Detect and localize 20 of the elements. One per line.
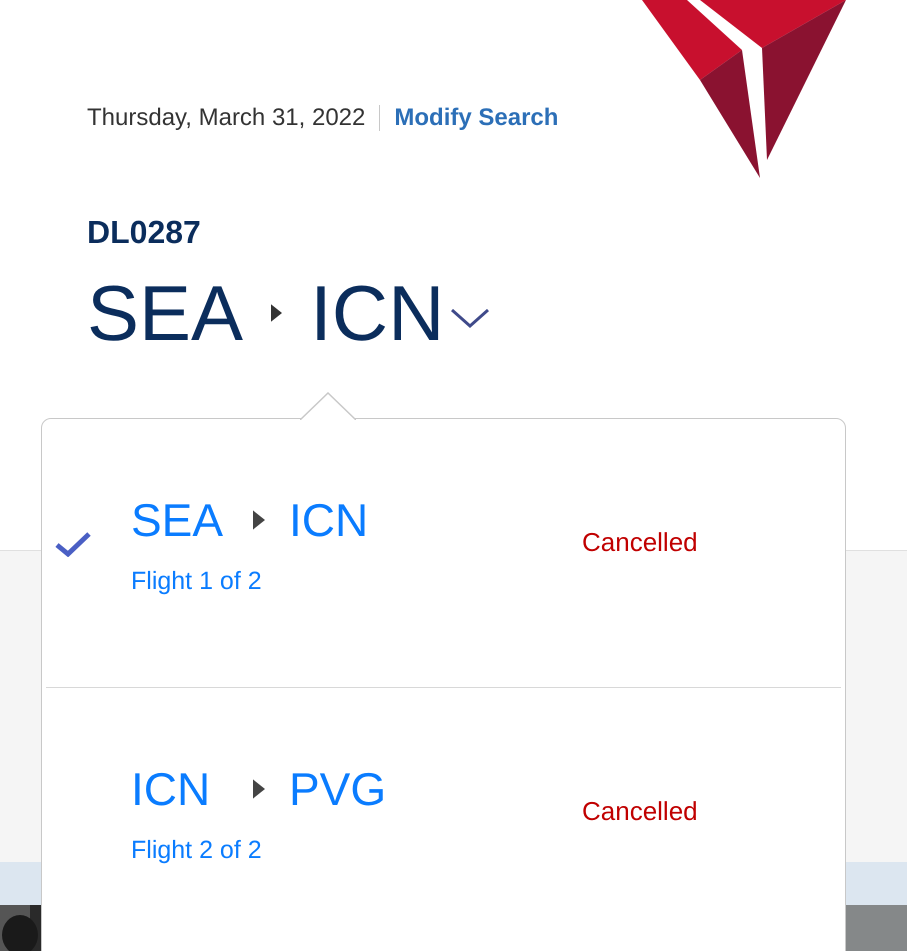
arrow-icon [271,303,282,323]
destination-code: PVG [289,766,386,812]
origin-code: SEA [131,497,224,543]
flight-number: DL0287 [86,216,202,248]
chevron-icon[interactable] [450,308,490,328]
destination-code: ICN [289,497,368,543]
status-text: Cancelled [582,526,698,559]
destination-code: ICN [310,274,444,352]
modify-search-link[interactable]: Modify Search [394,100,558,136]
date-text: Thursday, March 31, 2022 [87,103,366,133]
flight-option[interactable]: SEA ICN Flight 1 of 2 [131,497,368,600]
flight-count: Flight 1 of 2 [131,566,263,597]
logo-icon [642,0,846,180]
status-text: Cancelled [582,795,698,828]
flight-count: Flight 2 of 2 [131,835,263,866]
arrow-icon [253,779,265,799]
flight-option[interactable]: ICN PVG Flight 2 of 2 [131,766,386,870]
origin-code: SEA [87,274,244,352]
arrow-icon [253,510,265,530]
origin-code: ICN [131,766,212,812]
